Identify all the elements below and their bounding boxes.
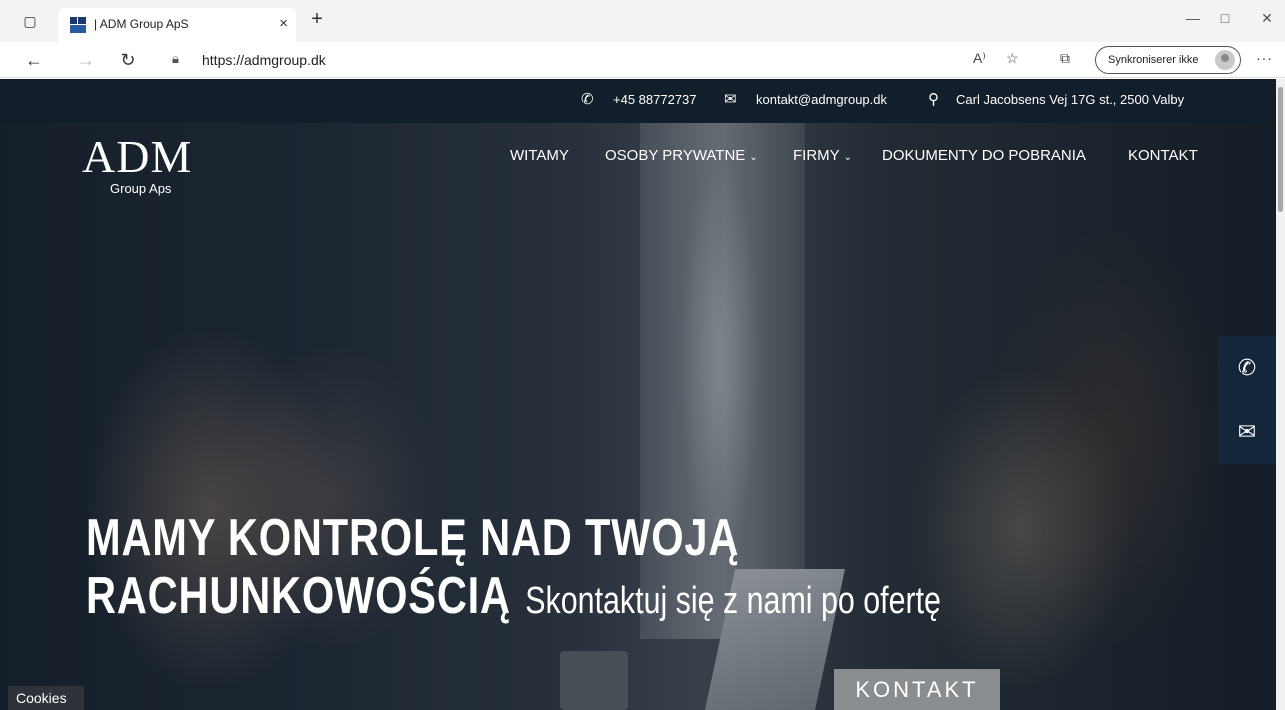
envelope-icon: ✉: [1237, 419, 1257, 444]
scrollbar-thumb[interactable]: [1278, 87, 1283, 212]
chevron-down-icon: ⌄: [843, 152, 853, 163]
lock-icon: 🔒︎: [172, 51, 179, 66]
nav-label: DOKUMENTY DO POBRANIA: [882, 147, 1086, 164]
nav-label: WITAMY: [510, 147, 569, 164]
tab-actions-icon[interactable]: ▢: [18, 10, 42, 32]
hero-headline: MAMY KONTROLĘ NAD TWOJĄ RACHUNKOWOŚCIĄ Sk…: [86, 509, 1155, 630]
side-phone-button[interactable]: ✆: [1218, 336, 1276, 400]
window-close-icon[interactable]: ✕: [1252, 10, 1282, 27]
collections-icon[interactable]: ⧉: [1060, 50, 1070, 67]
favicon-icon: [70, 17, 86, 33]
new-tab-button[interactable]: +: [304, 8, 330, 31]
nav-item-firmy[interactable]: FIRMY ⌄: [793, 147, 852, 164]
page-viewport: ✆ +45 88772737 ✉ kontakt@admgroup.dk ⚲ C…: [0, 79, 1285, 710]
nav-item-kontakt[interactable]: KONTAKT: [1128, 147, 1198, 164]
reload-button[interactable]: ↻: [114, 48, 142, 72]
hero-line-2-wrap: RACHUNKOWOŚCIĄ Skontaktuj się z nami po o…: [86, 567, 941, 630]
back-button[interactable]: ←: [20, 48, 48, 72]
side-email-button[interactable]: ✉: [1218, 400, 1276, 464]
nav-item-witamy[interactable]: WITAMY: [510, 147, 569, 164]
favorites-star-icon[interactable]: ☆: [1006, 50, 1019, 67]
topbar-address[interactable]: Carl Jacobsens Vej 17G st., 2500 Valby: [956, 92, 1184, 107]
forward-button[interactable]: →: [72, 48, 100, 72]
address-url[interactable]: https://admgroup.dk: [202, 52, 326, 68]
sync-label: Synkroniserer ikke: [1108, 54, 1199, 66]
nav-item-dokumenty[interactable]: DOKUMENTY DO POBRANIA: [882, 147, 1086, 164]
kontakt-cta-button[interactable]: KONTAKT: [834, 669, 1000, 710]
logo-main-text: ADM: [82, 131, 193, 182]
topbar-phone[interactable]: +45 88772737: [613, 92, 697, 107]
hero-line-1: MAMY KONTROLĘ NAD TWOJĄ: [86, 509, 740, 567]
browser-tab-bar: ▢ | ADM Group ApS × + — □ ✕: [0, 0, 1285, 42]
more-menu-icon[interactable]: ···: [1256, 50, 1273, 66]
phone-icon: ✆: [1237, 355, 1257, 380]
browser-tab[interactable]: | ADM Group ApS ×: [58, 8, 296, 42]
phone-icon: ✆: [581, 91, 594, 108]
logo-sub-text: Group Aps: [110, 181, 172, 196]
sync-profile-button[interactable]: Synkroniserer ikke: [1095, 46, 1241, 74]
chevron-down-icon: ⌄: [749, 152, 758, 163]
nav-label: FIRMY: [793, 147, 840, 164]
tab-title: | ADM Group ApS: [94, 17, 189, 31]
avatar: [1215, 50, 1235, 70]
browser-toolbar: ← → ↻ 🔒︎ https://admgroup.dk A⁾ ☆ ⧉ Synk…: [0, 42, 1285, 78]
restore-icon[interactable]: □: [1210, 10, 1240, 26]
tab-close-icon[interactable]: ×: [279, 15, 288, 32]
contact-top-bar: ✆ +45 88772737 ✉ kontakt@admgroup.dk ⚲ C…: [0, 79, 1276, 123]
envelope-icon: ✉: [724, 91, 737, 108]
site-logo[interactable]: ADM Group Aps: [82, 134, 222, 198]
nav-item-osoby-prywatne[interactable]: OSOBY PRYWATNE ⌄: [605, 147, 758, 164]
hero-subline: Skontaktuj się z nami po ofertę: [525, 580, 941, 622]
read-aloud-icon[interactable]: A⁾: [973, 50, 986, 67]
minimize-icon[interactable]: —: [1178, 10, 1208, 26]
cookies-button[interactable]: Cookies: [8, 686, 84, 710]
nav-label: OSOBY PRYWATNE: [605, 147, 746, 164]
hero-line-2: RACHUNKOWOŚCIĄ: [86, 567, 511, 625]
nav-label: KONTAKT: [1128, 147, 1198, 164]
topbar-email[interactable]: kontakt@admgroup.dk: [756, 92, 887, 107]
map-pin-icon: ⚲: [928, 91, 939, 108]
address-bar[interactable]: 🔒︎ https://admgroup.dk: [160, 47, 980, 73]
page-scrollbar[interactable]: [1276, 79, 1285, 710]
